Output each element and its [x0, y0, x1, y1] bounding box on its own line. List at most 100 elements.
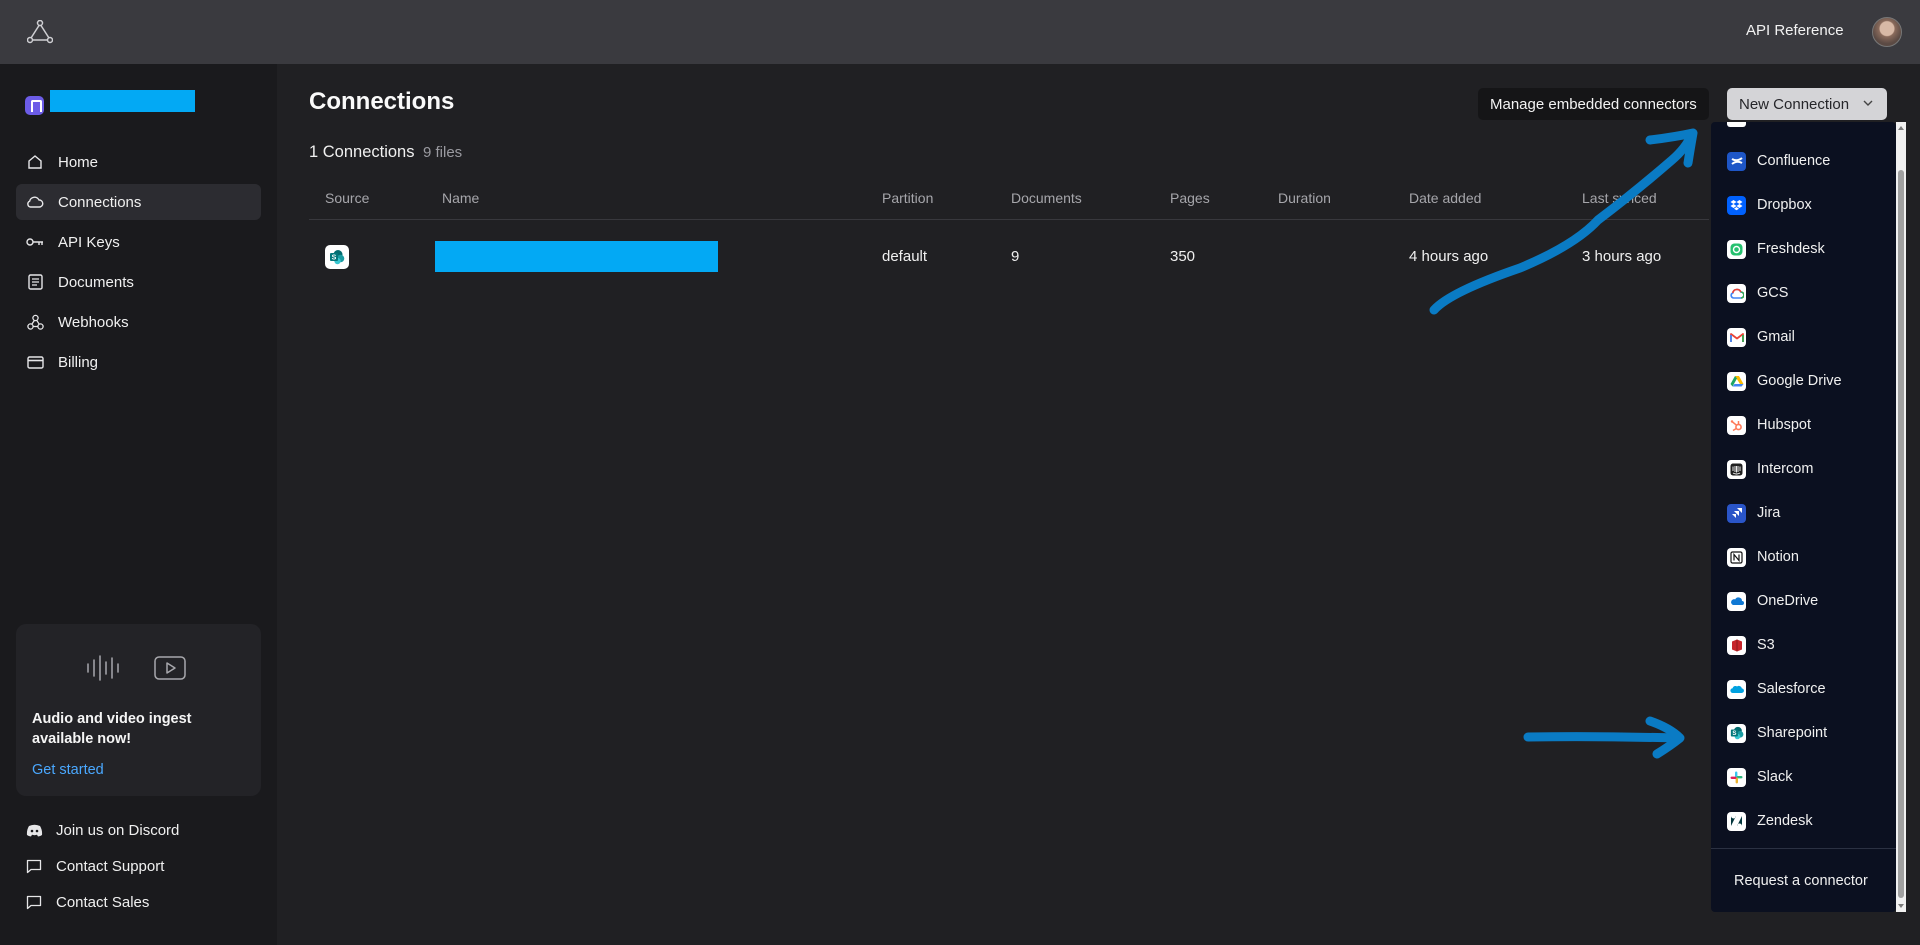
annotation-arrowhead-bottom — [1645, 716, 1685, 759]
column-header-duration[interactable]: Duration — [1278, 190, 1331, 206]
triangle-nodes-icon[interactable] — [27, 20, 53, 44]
connector-item-google-drive[interactable]: Google Drive — [1727, 369, 1842, 393]
cell-date-added: 4 hours ago — [1409, 248, 1489, 265]
slack-icon — [1727, 767, 1746, 787]
new-connection-dropdown: Confluence Dropbox Freshdesk GCS Gmail G… — [1711, 122, 1896, 912]
sidebar-item-label: Billing — [58, 353, 99, 371]
sidebar-item-webhooks[interactable]: Webhooks — [16, 304, 261, 340]
connector-label: Intercom — [1757, 461, 1814, 477]
scroll-up-arrow-icon[interactable] — [1898, 126, 1904, 130]
freshdesk-icon — [1727, 239, 1746, 259]
connector-label: Gmail — [1757, 329, 1795, 345]
connector-item-sharepoint[interactable]: S Sharepoint — [1727, 721, 1827, 745]
org-name-redacted[interactable] — [50, 90, 195, 112]
scroll-down-arrow-icon[interactable] — [1898, 904, 1904, 908]
top-bar: API Reference — [0, 0, 1920, 64]
footer-link-label: Join us on Discord — [56, 821, 180, 839]
svg-text:S: S — [1732, 730, 1736, 737]
connection-name-redacted[interactable] — [435, 241, 718, 272]
contact-sales-link[interactable]: Contact Sales — [25, 893, 149, 911]
connector-label: Confluence — [1757, 153, 1831, 169]
sidebar-item-label: Documents — [58, 273, 134, 291]
column-header-name[interactable]: Name — [442, 190, 479, 206]
sidebar-item-api-keys[interactable]: API Keys — [16, 224, 261, 260]
api-reference-link[interactable]: API Reference — [1746, 22, 1844, 39]
sidebar-item-documents[interactable]: Documents — [16, 264, 261, 300]
annotation-arrows — [1429, 128, 1698, 759]
cell-last-synced: 3 hours ago — [1582, 248, 1662, 265]
confluence-icon — [1727, 151, 1746, 171]
sidebar-item-connections[interactable]: Connections — [16, 184, 261, 220]
connector-label: Salesforce — [1757, 681, 1826, 697]
column-header-partition[interactable]: Partition — [882, 190, 933, 206]
google-drive-icon — [1727, 371, 1746, 391]
connector-item-hubspot[interactable]: Hubspot — [1727, 413, 1811, 437]
files-count: 9 files — [423, 144, 463, 161]
contact-support-link[interactable]: Contact Support — [25, 857, 164, 875]
connector-item-confluence[interactable]: Confluence — [1727, 149, 1830, 173]
connector-label: Dropbox — [1757, 197, 1812, 213]
connector-item-freshdesk[interactable]: Freshdesk — [1727, 237, 1825, 261]
sidebar-item-billing[interactable]: Billing — [16, 344, 261, 380]
sidebar-item-label: Home — [58, 153, 99, 171]
new-connection-button[interactable]: New Connection — [1727, 88, 1887, 120]
connector-item-jira[interactable]: Jira — [1727, 501, 1780, 525]
dropbox-icon — [1727, 195, 1746, 215]
connector-item-dropbox[interactable]: Dropbox — [1727, 193, 1812, 217]
connector-item-gmail[interactable]: Gmail — [1727, 325, 1795, 349]
connector-label: GCS — [1757, 285, 1789, 301]
video-play-icon — [154, 656, 186, 680]
connector-item-intercom[interactable]: Intercom — [1727, 457, 1813, 481]
request-connector-button[interactable]: Request a connector — [1734, 873, 1868, 889]
org-badge-icon[interactable] — [25, 96, 44, 115]
chat-icon — [25, 857, 43, 875]
onedrive-icon — [1727, 591, 1746, 611]
connector-item-gcs[interactable]: GCS — [1727, 281, 1788, 305]
connector-item-s3[interactable]: S3 — [1727, 633, 1775, 657]
manage-embedded-connectors-button[interactable]: Manage embedded connectors — [1478, 88, 1709, 120]
s3-icon — [1727, 635, 1746, 655]
sidebar-item-home[interactable]: Home — [16, 144, 261, 180]
column-header-last-synced[interactable]: Last synced — [1582, 190, 1657, 206]
intercom-icon — [1727, 459, 1746, 479]
connector-item-onedrive[interactable]: OneDrive — [1727, 589, 1818, 613]
scrollbar-thumb[interactable] — [1898, 170, 1904, 898]
connector-item-salesforce[interactable]: Salesforce — [1727, 677, 1826, 701]
chevron-down-icon — [1863, 100, 1873, 106]
credit-card-icon — [26, 353, 44, 371]
column-header-documents[interactable]: Documents — [1011, 190, 1082, 206]
connector-label: OneDrive — [1757, 593, 1819, 609]
connector-label: Jira — [1757, 505, 1781, 521]
home-icon — [26, 153, 44, 171]
user-avatar[interactable] — [1872, 17, 1902, 47]
annotation-arrow-to-sharepoint — [1523, 732, 1681, 743]
discord-icon — [25, 821, 43, 839]
table-header: Source Name Partition Documents Pages Du… — [309, 184, 1709, 220]
connector-label: S3 — [1757, 637, 1775, 653]
cell-documents: 9 — [1011, 248, 1020, 265]
column-header-date-added[interactable]: Date added — [1409, 190, 1481, 206]
column-header-source[interactable]: Source — [325, 190, 369, 206]
discord-link[interactable]: Join us on Discord — [25, 821, 179, 839]
connector-item-notion[interactable]: Notion — [1727, 545, 1799, 569]
page-title: Connections — [309, 88, 455, 115]
connector-item-zendesk[interactable]: Zendesk — [1727, 809, 1813, 833]
footer-link-label: Contact Support — [56, 857, 165, 875]
dropdown-scrollbar[interactable] — [1896, 122, 1906, 912]
connector-label: Freshdesk — [1757, 241, 1825, 257]
gcs-icon — [1727, 283, 1746, 303]
annotation-arrowhead-top — [1645, 128, 1698, 168]
get-started-link[interactable]: Get started — [32, 762, 104, 778]
document-icon — [26, 273, 44, 291]
notion-icon — [1727, 547, 1746, 567]
connector-item-slack[interactable]: Slack — [1727, 765, 1792, 789]
svg-text:S: S — [332, 255, 337, 262]
connections-count: 1 Connections — [309, 143, 415, 161]
column-header-pages[interactable]: Pages — [1170, 190, 1210, 206]
jira-icon — [1727, 503, 1746, 523]
connector-label: Sharepoint — [1757, 725, 1828, 741]
table-row[interactable]: S default 9 350 4 hours ago 3 hours ago — [309, 220, 1709, 292]
salesforce-icon — [1727, 679, 1746, 699]
dropdown-divider — [1711, 848, 1896, 849]
webhook-icon — [26, 313, 44, 331]
